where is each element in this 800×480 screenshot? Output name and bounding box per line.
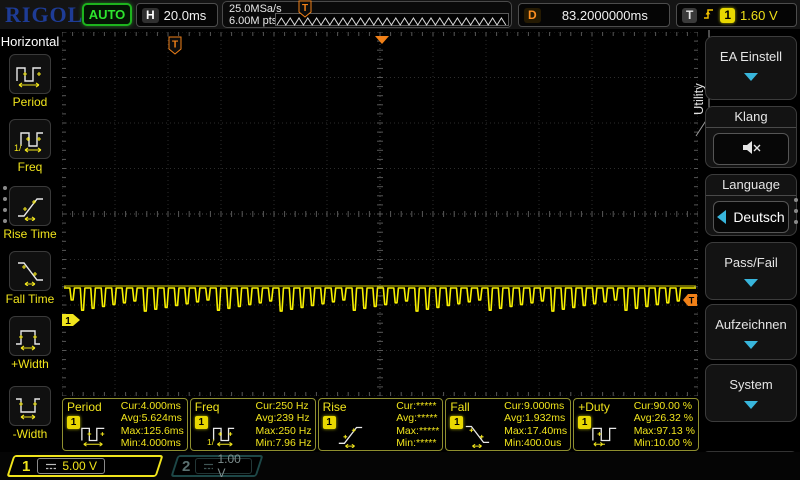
delay-label: D <box>524 8 541 23</box>
menu-item-plus-width[interactable]: +Width <box>0 316 60 371</box>
rigol-logo: RIGOL <box>5 2 83 28</box>
screen-center-marker-icon <box>374 32 390 50</box>
trigger-position-flag[interactable]: T <box>168 36 182 60</box>
measurement-bar: Period 1 Cur:4.000ms Avg:5.624ms Max:125… <box>62 398 699 451</box>
timebase-value: 20.0ms <box>164 8 207 23</box>
trigger-source-badge: 1 <box>720 8 735 23</box>
softkey-klang[interactable]: Klang <box>705 106 797 168</box>
freq-icon: 1/ <box>205 420 239 448</box>
menu-item-rise-time[interactable]: Rise Time <box>0 186 60 241</box>
trigger-position-flag-preview[interactable]: T <box>298 0 312 18</box>
speaker-muted-icon <box>740 139 762 159</box>
chevron-left-icon <box>717 210 726 224</box>
freq-icon: 1/ <box>13 124 47 154</box>
menu-item-period[interactable]: Period <box>0 54 60 109</box>
graticule <box>62 32 698 396</box>
measurement-panel-freq[interactable]: Freq 1 1/ Cur:250 Hz Avg:239 Hz Max:250 … <box>190 398 316 451</box>
measurement-panel-fall[interactable]: Fall 1 Cur:9.000ms Avg:1.932ms Max:17.40… <box>445 398 571 451</box>
acquisition-info-box: 25.0MSa/s 6.00M pts <box>222 1 512 28</box>
memory-depth: 6.00M pts <box>229 15 282 27</box>
channel2-number: 2 <box>182 458 190 475</box>
rise-time-icon <box>13 191 47 221</box>
minus-width-icon <box>13 391 47 421</box>
dc-coupling-icon <box>203 462 212 471</box>
utility-soft-menu: Utility EA Einstell Klang Language Deuts… <box>700 30 800 480</box>
trigger-level-marker[interactable]: T <box>682 293 698 312</box>
softkey-pass-fail[interactable]: Pass/Fail <box>705 242 797 300</box>
timebase-label: H <box>142 8 159 23</box>
channel1-scale: 5.00 V <box>62 459 97 473</box>
trigger-level-value: 1.60 V <box>740 8 778 23</box>
channel1-number: 1 <box>22 458 30 475</box>
delay-value: 83.2000000ms <box>562 8 648 23</box>
softkey-ea-einstell[interactable]: EA Einstell <box>705 36 797 100</box>
chevron-down-icon <box>744 279 758 287</box>
period-icon <box>77 420 111 448</box>
horizontal-timebase-box[interactable]: H 20.0ms <box>136 3 218 27</box>
measurement-panel-period[interactable]: Period 1 Cur:4.000ms Avg:5.624ms Max:125… <box>62 398 188 451</box>
language-select[interactable]: Deutsch <box>713 201 789 233</box>
svg-text:T: T <box>172 40 178 51</box>
horizontal-delay-box[interactable]: D 83.2000000ms <box>518 3 670 27</box>
measurement-panel-rise[interactable]: Rise 1 Cur:***** Avg:***** Max:***** Min… <box>318 398 444 451</box>
menu-item-minus-width[interactable]: -Width <box>0 386 60 441</box>
sound-toggle-button[interactable] <box>713 133 789 165</box>
svg-text:1/: 1/ <box>14 143 22 153</box>
plus-width-icon <box>13 321 47 351</box>
channel2-scale: 1.00 V <box>218 452 245 480</box>
fall-time-icon <box>13 256 47 286</box>
svg-text:T: T <box>689 296 695 306</box>
waveform-display-area <box>62 32 698 396</box>
softkey-language[interactable]: Language Deutsch <box>705 174 797 236</box>
language-value: Deutsch <box>733 209 784 225</box>
plus-duty-icon <box>588 420 622 448</box>
acquisition-status-badge: AUTO <box>82 3 132 26</box>
fall-time-icon <box>460 420 494 448</box>
menu-item-fall-time[interactable]: Fall Time <box>0 251 60 306</box>
chevron-down-icon <box>744 341 758 349</box>
trigger-label: T <box>682 8 697 23</box>
rise-time-icon <box>333 420 367 448</box>
measurement-panel-duty[interactable]: +Duty 1 Cur:90.00 % Avg:26.32 % Max:97.1… <box>573 398 699 451</box>
menu-page-dots <box>3 186 7 230</box>
channel1-offset-marker[interactable]: 1 <box>61 313 81 332</box>
softkey-aufzeichnen[interactable]: Aufzeichnen <box>705 304 797 360</box>
svg-text:1: 1 <box>65 316 71 327</box>
left-measure-menu: Horizontal Period 1/ Freq Rise Time Fall… <box>0 30 60 452</box>
dc-coupling-icon <box>45 462 57 471</box>
channel2-indicator[interactable]: 2 1.00 V <box>170 455 263 477</box>
chevron-down-icon <box>744 401 758 409</box>
rising-edge-icon <box>702 6 715 24</box>
channel1-scale-box: 5.00 V <box>37 458 105 474</box>
channel2-scale-box: 1.00 V <box>195 458 252 474</box>
chevron-down-icon <box>744 73 758 81</box>
softkey-system[interactable]: System <box>705 364 797 422</box>
period-icon <box>13 59 47 89</box>
channel1-indicator[interactable]: 1 5.00 V <box>6 455 163 477</box>
menu-page-dots-right <box>794 198 798 231</box>
sample-rate: 25.0MSa/s <box>229 3 282 15</box>
oscilloscope-screen: RIGOL AUTO H 20.0ms 25.0MSa/s 6.00M pts … <box>0 0 800 480</box>
menu-item-freq[interactable]: 1/ Freq <box>0 119 60 174</box>
trigger-info-box[interactable]: T 1 1.60 V <box>676 3 797 27</box>
svg-text:T: T <box>302 3 308 14</box>
channel-status-bar: 1 5.00 V 2 1.00 V <box>0 452 800 480</box>
left-menu-title: Horizontal <box>0 34 60 49</box>
svg-text:1/: 1/ <box>207 437 215 447</box>
top-status-bar: RIGOL AUTO H 20.0ms 25.0MSa/s 6.00M pts … <box>0 0 800 30</box>
